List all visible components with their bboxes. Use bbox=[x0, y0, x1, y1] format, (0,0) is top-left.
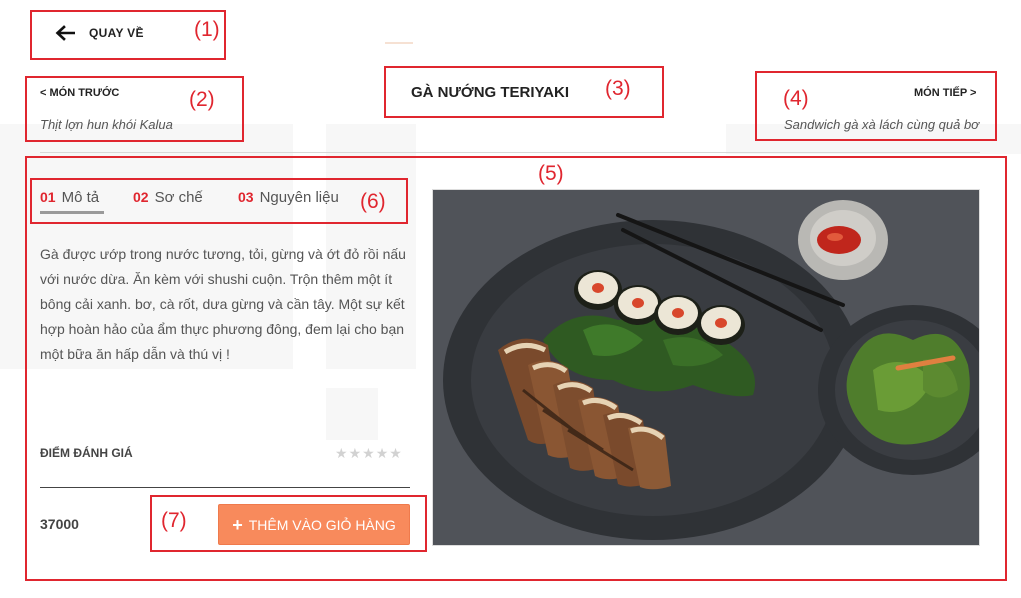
annotation-label-1: (1) bbox=[194, 18, 220, 41]
annotation-label-6: (6) bbox=[360, 190, 386, 213]
annotation-box-6 bbox=[30, 178, 408, 224]
annotation-label-5: (5) bbox=[538, 162, 564, 185]
bg-nav-underline bbox=[385, 42, 413, 44]
annotation-label-7: (7) bbox=[161, 509, 187, 532]
annotation-label-4: (4) bbox=[783, 87, 809, 110]
annotation-label-2: (2) bbox=[189, 88, 215, 111]
annotation-box-7 bbox=[150, 495, 427, 552]
annotation-label-3: (3) bbox=[605, 77, 631, 100]
divider bbox=[40, 152, 980, 153]
